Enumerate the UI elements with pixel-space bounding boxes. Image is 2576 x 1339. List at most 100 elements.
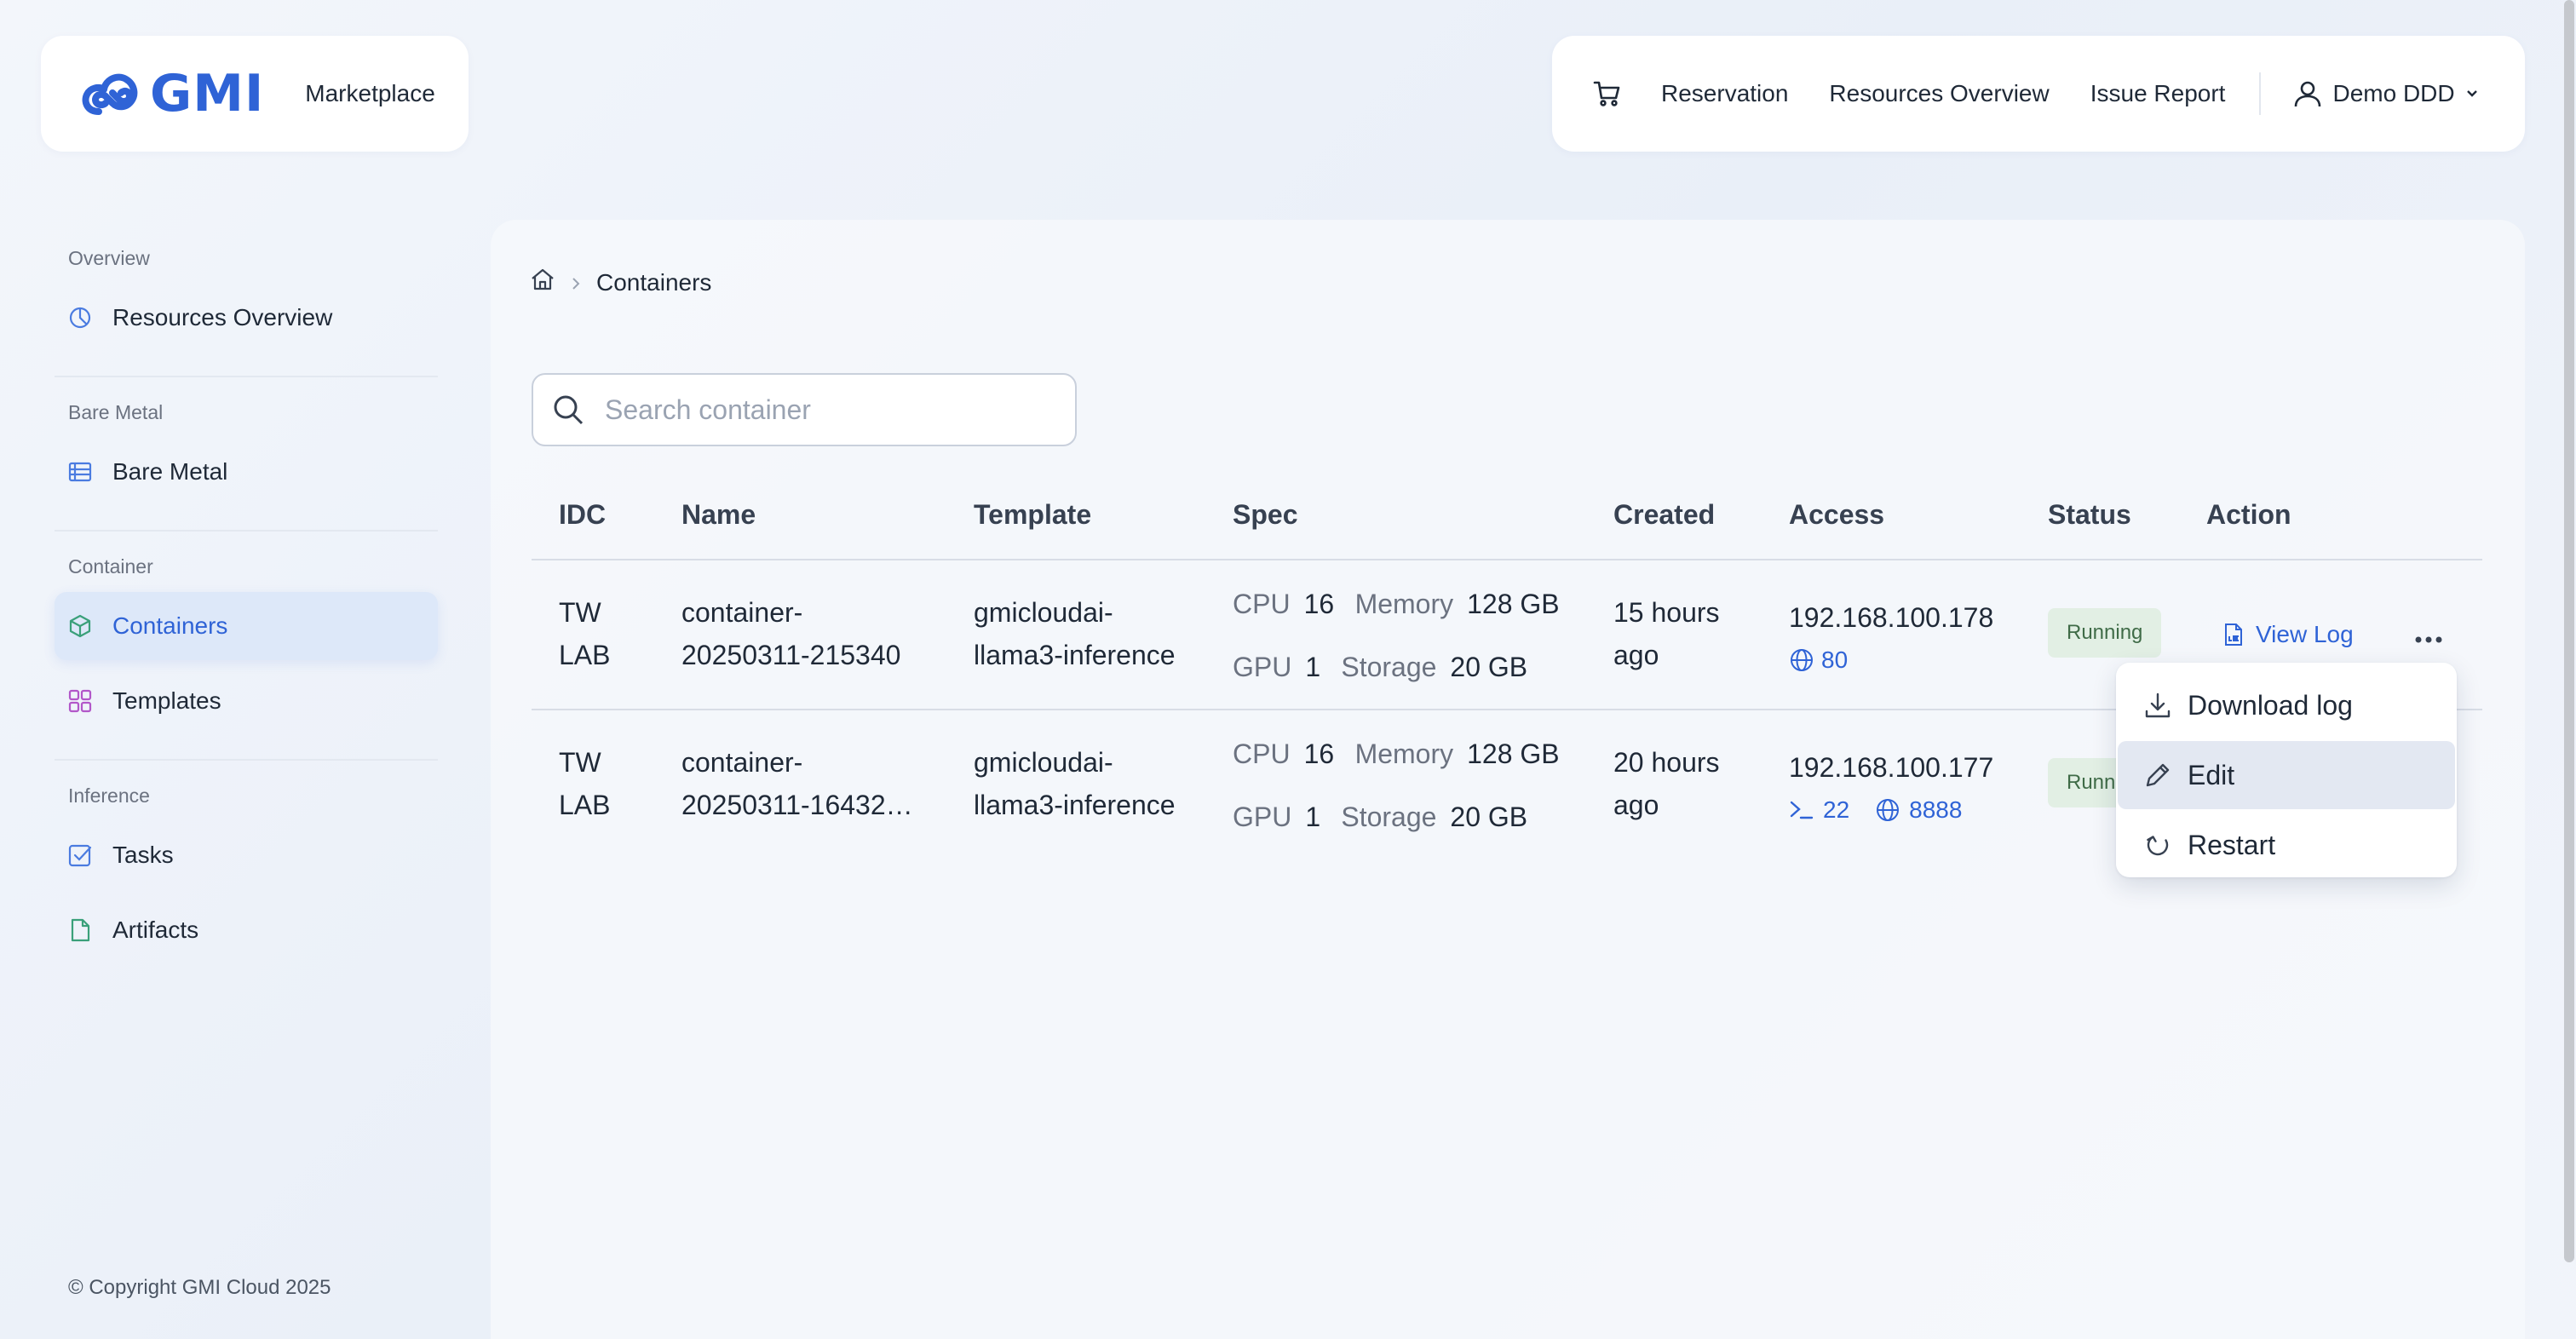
app-page: GMI Marketplace Reservation Resources Ov…: [0, 0, 2576, 1339]
spec-cpu-value: 16: [1303, 738, 1335, 769]
cell-template: gmicloudai- llama3-inference: [974, 741, 1176, 826]
globe-icon: [1877, 799, 1900, 821]
template-line: gmicloudai-: [974, 597, 1113, 628]
sidebar-item-label: Resources Overview: [112, 304, 333, 330]
checkbox-icon: [66, 842, 94, 869]
cell-created: 20 hours ago: [1613, 741, 1720, 826]
web-port-link[interactable]: 80: [1821, 639, 1848, 681]
sidebar-item-label: Templates: [112, 687, 221, 714]
globe-icon: [1791, 649, 1813, 671]
idc-line: TW: [559, 597, 601, 628]
marketplace-link[interactable]: Marketplace: [305, 80, 435, 107]
status-badge: Running: [2048, 608, 2162, 658]
spec-line: GPU 1 Storage 20 GB: [1233, 796, 1560, 838]
spec-cpu-value: 16: [1303, 589, 1335, 619]
sidebar-section-overview: Overview: [68, 247, 150, 269]
sidebar-item-artifacts[interactable]: Artifacts: [55, 896, 438, 964]
sidebar-item-label: Artifacts: [112, 917, 199, 943]
menu-item-edit[interactable]: Edit: [2118, 741, 2455, 809]
idc-line: LAB: [559, 790, 611, 820]
user-name: Demo DDD: [2332, 80, 2455, 106]
sidebar-section-inference: Inference: [68, 784, 150, 807]
column-header-created[interactable]: Created: [1613, 499, 1715, 531]
access-ports: 80: [1789, 639, 1993, 681]
web-port-link[interactable]: 8888: [1909, 789, 1962, 831]
nav-issue-report[interactable]: Issue Report: [2090, 80, 2226, 107]
spec-gpu-value: 1: [1305, 652, 1321, 682]
cell-created: 15 hours ago: [1613, 591, 1720, 676]
sidebar-item-bare-metal[interactable]: Bare Metal: [55, 438, 438, 506]
sidebar-item-templates[interactable]: Templates: [55, 667, 438, 735]
nav-resources-overview[interactable]: Resources Overview: [1829, 80, 2049, 107]
cell-spec: CPU 16 Memory 128 GB GPU 1 Storage 20 GB: [1233, 733, 1560, 838]
search-icon: [554, 395, 584, 425]
menu-item-restart[interactable]: Restart: [2118, 811, 2455, 879]
cell-access: 192.168.100.177 22 8888: [1789, 746, 1993, 831]
name-line: 20250311-215340: [681, 640, 901, 670]
scrollbar[interactable]: [2564, 0, 2574, 1262]
sidebar-item-containers[interactable]: Containers: [55, 592, 438, 660]
name-line: 20250311-16432…: [681, 790, 913, 820]
grid-icon: [66, 687, 94, 715]
column-header-idc[interactable]: IDC: [559, 499, 606, 531]
search-input[interactable]: [603, 393, 1063, 427]
sidebar-item-label: Bare Metal: [112, 458, 228, 485]
cell-template: gmicloudai- llama3-inference: [974, 591, 1176, 676]
spec-gpu-value: 1: [1305, 802, 1321, 832]
user-menu[interactable]: Demo DDD: [2293, 79, 2478, 108]
cart-icon[interactable]: [1593, 78, 1624, 109]
spec-memory-value: 128 GB: [1467, 589, 1560, 619]
search-box[interactable]: [532, 373, 1077, 446]
access-ports: 22 8888: [1789, 789, 1993, 831]
logo-text: GMI: [150, 64, 265, 124]
sidebar-item-tasks[interactable]: Tasks: [55, 821, 438, 889]
ssh-port-link[interactable]: 22: [1823, 789, 1849, 831]
cell-idc: TW LAB: [559, 591, 610, 676]
spec-line: GPU 1 Storage 20 GB: [1233, 646, 1560, 688]
column-header-template[interactable]: Template: [974, 499, 1091, 531]
spec-storage-value: 20 GB: [1450, 652, 1528, 682]
idc-line: TW: [559, 747, 601, 778]
created-line: 20 hours: [1613, 747, 1720, 778]
breadcrumb-current: Containers: [596, 268, 712, 296]
column-header-name[interactable]: Name: [681, 499, 756, 531]
more-actions-icon[interactable]: [2414, 613, 2443, 656]
cloud-logo-icon: [82, 73, 138, 115]
column-header-access[interactable]: Access: [1789, 499, 1884, 531]
column-header-spec[interactable]: Spec: [1233, 499, 1297, 531]
menu-item-label: Restart: [2188, 829, 2276, 860]
menu-item-label: Edit: [2188, 759, 2235, 790]
top-nav: Reservation Resources Overview Issue Rep…: [1552, 36, 2525, 152]
nav-reservation[interactable]: Reservation: [1661, 80, 1788, 107]
view-log-label: View Log: [2256, 621, 2354, 647]
cell-access: 192.168.100.178 80: [1789, 596, 1993, 681]
column-header-action[interactable]: Action: [2206, 499, 2291, 531]
spec-gpu-label: GPU: [1233, 802, 1292, 832]
sidebar-section-container: Container: [68, 555, 153, 578]
copyright: © Copyright GMI Cloud 2025: [68, 1276, 331, 1299]
server-icon: [66, 458, 94, 486]
view-log-button[interactable]: View Log: [2223, 613, 2354, 656]
cell-name: container- 20250311-215340: [681, 591, 900, 676]
gmi-logo[interactable]: GMI: [80, 64, 264, 124]
cube-icon: [66, 612, 94, 640]
refresh-icon: [2143, 830, 2172, 859]
menu-item-download-log[interactable]: Download log: [2118, 671, 2455, 739]
access-ip: 192.168.100.178: [1789, 602, 1994, 633]
sidebar-item-resources-overview[interactable]: Resources Overview: [55, 284, 438, 352]
sidebar-item-label: Tasks: [112, 842, 174, 868]
chevron-down-icon: [2466, 90, 2477, 97]
pie-chart-icon: [66, 304, 94, 331]
user-icon: [2295, 81, 2321, 107]
spec-line: CPU 16 Memory 128 GB: [1233, 733, 1560, 775]
log-file-icon: [2225, 624, 2242, 646]
pencil-icon: [2143, 761, 2172, 790]
action-dropdown-menu: Download log Edit Restart: [2116, 663, 2457, 877]
column-header-status[interactable]: Status: [2048, 499, 2131, 531]
home-icon[interactable]: [530, 267, 555, 297]
cell-idc: TW LAB: [559, 741, 610, 826]
file-icon: [66, 917, 94, 944]
name-line: container-: [681, 597, 803, 628]
cell-spec: CPU 16 Memory 128 GB GPU 1 Storage 20 GB: [1233, 583, 1560, 688]
spec-cpu-label: CPU: [1233, 738, 1291, 769]
